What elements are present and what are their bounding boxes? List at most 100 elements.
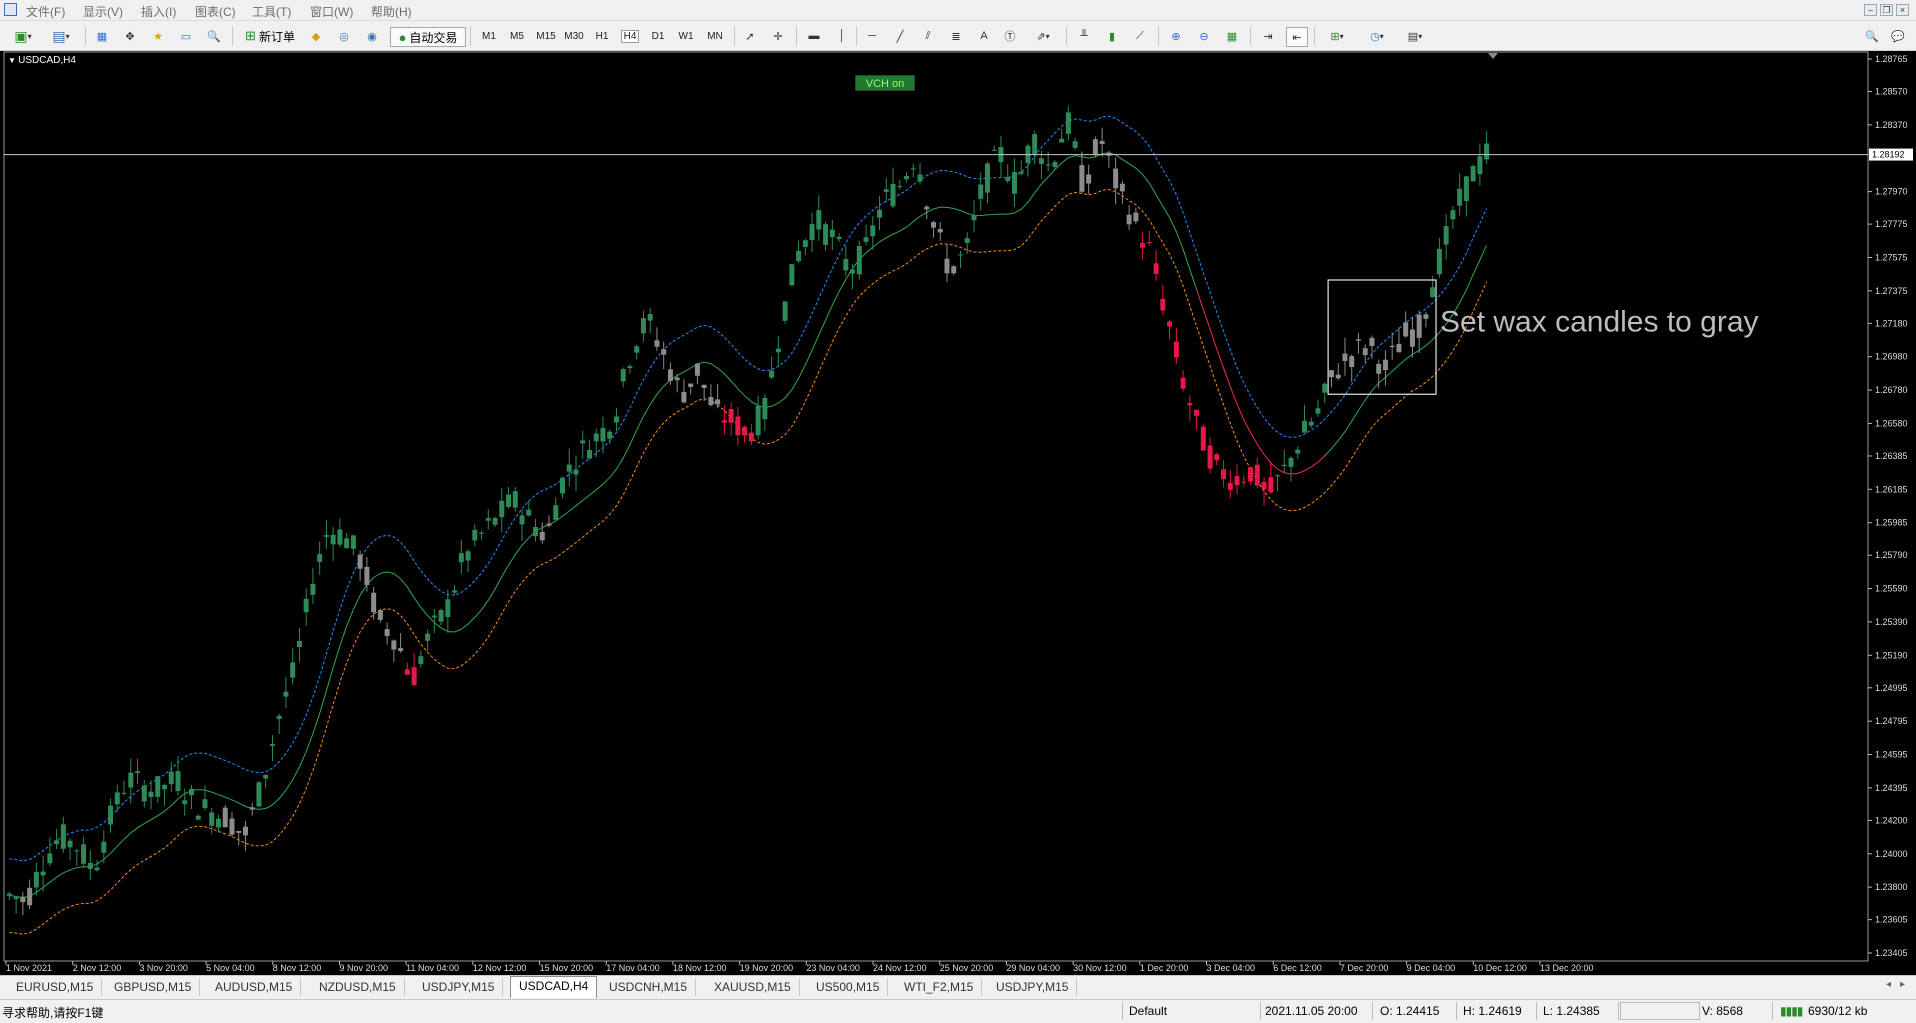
tf-h1[interactable]: H1: [590, 27, 614, 45]
minimize-icon[interactable]: –: [1864, 4, 1877, 16]
autoscroll-icon[interactable]: ⇥: [1258, 27, 1278, 45]
tf-d1[interactable]: D1: [646, 27, 670, 45]
vertical-line-icon[interactable]: │: [832, 27, 852, 45]
channel-icon[interactable]: ⫽: [918, 27, 938, 45]
tile-windows-icon[interactable]: ▦: [1222, 27, 1242, 45]
strategy-tester-icon[interactable]: 🔍: [204, 27, 224, 45]
new-order-button[interactable]: ⊞ 新订单: [240, 27, 300, 45]
tab-usdjpy-m15[interactable]: USDJPY,M15: [414, 978, 504, 996]
candle-body: [1349, 356, 1355, 367]
status-bar: 寻求帮助,请按F1键 Default 2021.11.05 20:00 O: 1…: [0, 999, 1916, 1023]
tab-audusd-m15[interactable]: AUDUSD,M15: [207, 978, 302, 996]
terminal-icon[interactable]: ▭: [176, 27, 196, 45]
tf-m1[interactable]: M1: [478, 27, 500, 45]
templates-icon[interactable]: ▤ ▾: [1400, 27, 1430, 45]
candle-body: [937, 228, 943, 233]
tab-xauusd-m15[interactable]: XAUUSD,M15: [706, 978, 800, 996]
vch-toggle-button[interactable]: VCH on: [855, 75, 915, 91]
tab-usdjpy-m15-2[interactable]: USDJPY,M15: [988, 978, 1078, 996]
candle-body: [566, 464, 572, 472]
menu-view[interactable]: 显示(V): [83, 3, 123, 20]
tf-m30[interactable]: M30: [560, 27, 588, 45]
y-tick-label: 1.27970: [1875, 187, 1908, 197]
tf-w1[interactable]: W1: [674, 27, 698, 45]
tab-scroll-right-icon[interactable]: ▸: [1900, 979, 1905, 990]
candle-body: [802, 240, 808, 247]
candle-body: [1308, 421, 1314, 426]
menu-insert[interactable]: 插入(I): [141, 3, 176, 20]
menu-charts[interactable]: 图表(C): [195, 3, 236, 20]
periods-icon[interactable]: ◷ ▾: [1362, 27, 1392, 45]
candle-body: [141, 785, 147, 802]
tab-us500-m15[interactable]: US500,M15: [808, 978, 889, 996]
restore-icon[interactable]: ❐: [1880, 4, 1893, 16]
tab-usdcnh-m15[interactable]: USDCNH,M15: [601, 978, 697, 996]
tab-scroll-left-icon[interactable]: ◂: [1886, 979, 1891, 990]
menu-tools[interactable]: 工具(T): [252, 3, 291, 20]
y-tick-label: 1.27775: [1875, 219, 1908, 229]
tf-h4[interactable]: H4: [618, 27, 642, 45]
candle-body: [1207, 445, 1213, 469]
trendline-icon[interactable]: ╱: [890, 27, 910, 45]
chart-shift-icon[interactable]: ⇤: [1286, 27, 1308, 47]
cursor-icon[interactable]: ➚: [740, 27, 760, 45]
bar-chart-icon[interactable]: ╨: [1074, 27, 1094, 45]
candle-body: [182, 800, 188, 805]
tf-m5[interactable]: M5: [506, 27, 528, 45]
crosshair-icon[interactable]: ✛: [768, 27, 788, 45]
search-icon[interactable]: 🔍: [1862, 27, 1882, 45]
status-open: O: 1.24415: [1380, 1004, 1440, 1018]
tab-gbpusd-m15[interactable]: GBPUSD,M15: [106, 978, 201, 996]
chat-icon[interactable]: 💬: [1888, 27, 1908, 45]
profiles-icon[interactable]: ▤ ▾: [44, 27, 78, 45]
horizontal-line-icon[interactable]: ─: [862, 27, 882, 45]
fibonacci-icon[interactable]: ≣: [946, 27, 966, 45]
candle-body: [1463, 176, 1469, 201]
chart-window[interactable]: 1.28765 1.28570 1.28370 1.27970 1.27775 1.275…: [0, 51, 1916, 975]
new-chart-icon[interactable]: ▣ ▾: [6, 27, 40, 45]
candle-body: [431, 615, 437, 618]
arrows-icon[interactable]: ⇗ ▾: [1028, 27, 1058, 45]
menu-file[interactable]: 文件(F): [26, 3, 65, 20]
zoom-out-icon[interactable]: ⊖: [1194, 27, 1214, 45]
candle-body: [1092, 139, 1098, 154]
vps-icon[interactable]: ◉: [362, 27, 382, 45]
x-tick-label: 3 Dec 04:00: [1207, 963, 1256, 973]
y-tick-label: 1.24995: [1875, 683, 1908, 693]
candle-body: [971, 214, 977, 221]
tf-m15[interactable]: M15: [532, 27, 560, 45]
text-tool-icon[interactable]: A: [974, 27, 994, 45]
rectangle-icon[interactable]: ▬: [804, 27, 824, 45]
candle-body: [135, 771, 141, 774]
tab-nzdusd-m15[interactable]: NZDUSD,M15: [311, 978, 405, 996]
price-chart[interactable]: 1.28765 1.28570 1.28370 1.27970 1.27775 1.275…: [0, 51, 1916, 975]
y-tick-label: 1.25590: [1875, 584, 1908, 594]
tf-mn[interactable]: MN: [702, 27, 728, 45]
close-icon[interactable]: ×: [1896, 4, 1909, 16]
gold-icon[interactable]: ◆: [306, 27, 326, 45]
signals-icon[interactable]: ◎: [334, 27, 354, 45]
navigator-icon[interactable]: ✥: [120, 27, 140, 45]
candle-body: [1065, 112, 1071, 134]
menu-help[interactable]: 帮助(H): [371, 3, 412, 20]
line-chart-icon[interactable]: ⟋: [1130, 27, 1150, 45]
favorites-icon[interactable]: ★: [148, 27, 168, 45]
menu-window[interactable]: 窗口(W): [310, 3, 353, 20]
candle-body: [816, 210, 822, 230]
candle-body: [1072, 141, 1078, 148]
candle-body: [991, 149, 997, 151]
market-watch-icon[interactable]: ▦: [92, 27, 112, 45]
candle-body: [1416, 314, 1422, 338]
auto-trading-button[interactable]: ● 自动交易: [390, 27, 466, 47]
indicators-icon[interactable]: ⊞ ▾: [1322, 27, 1352, 45]
label-tool-icon[interactable]: Ⓣ: [1000, 27, 1020, 45]
x-tick-label: 23 Nov 04:00: [806, 963, 860, 973]
tab-usdcad-h4[interactable]: USDCAD,H4: [510, 976, 598, 998]
x-tick-label: 30 Nov 12:00: [1073, 963, 1127, 973]
candlestick-icon[interactable]: ▮: [1102, 27, 1122, 45]
zoom-in-icon[interactable]: ⊕: [1166, 27, 1186, 45]
candle-body: [438, 609, 444, 622]
tab-wti-f2-m15[interactable]: WTI_F2,M15: [896, 978, 983, 996]
x-tick-label: 13 Dec 20:00: [1540, 963, 1594, 973]
tab-eurusd-m15[interactable]: EURUSD,M15: [8, 978, 103, 996]
